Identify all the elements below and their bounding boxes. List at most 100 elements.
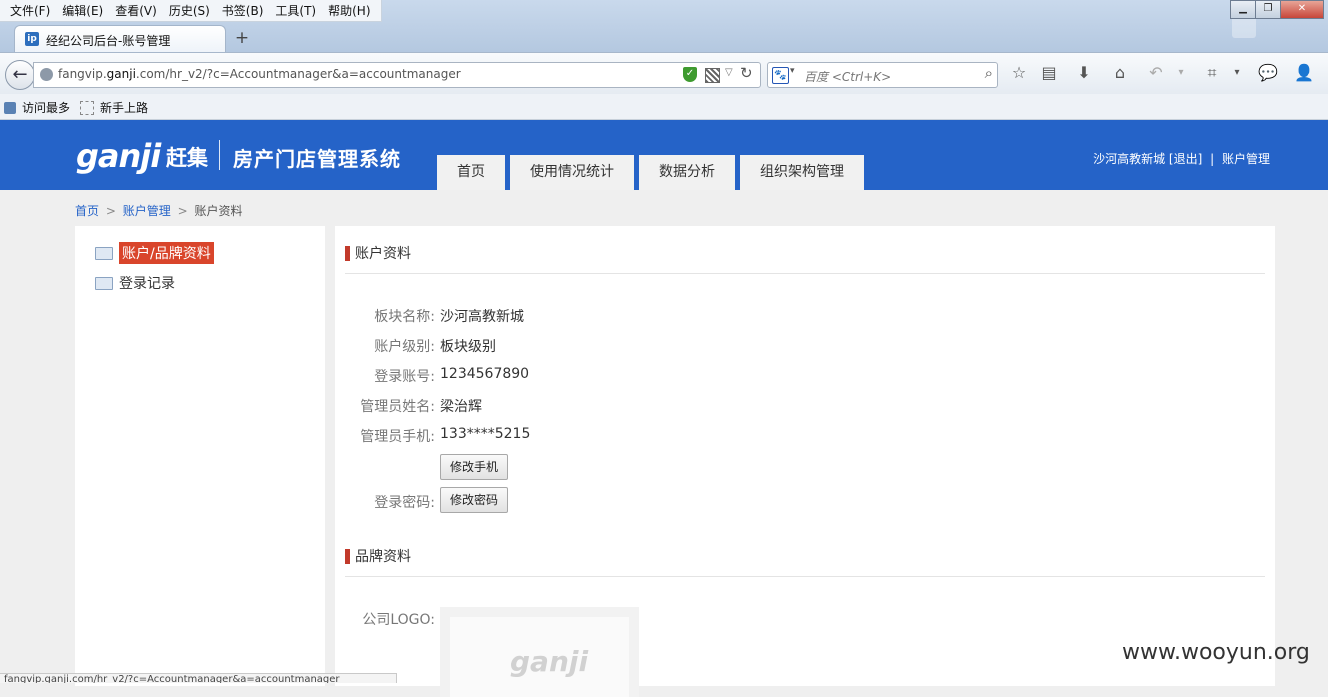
field-value-sector-name: 沙河高教新城 — [440, 309, 524, 325]
user-name: 沙河高教新城 — [1093, 152, 1166, 166]
search-bar[interactable]: 🐾 ▾ 百度 <Ctrl+K> ⌕ — [767, 62, 998, 88]
window-controls: ▁ ❐ ✕ — [1230, 0, 1324, 19]
section-divider — [345, 273, 1265, 274]
main-panel: 账户资料 板块名称: 沙河高教新城 账户级别: 板块级别 登录账号: 12345… — [335, 226, 1275, 697]
logout-link[interactable]: [退出] — [1169, 152, 1202, 166]
bookmark-most-visited[interactable]: 访问最多 — [4, 99, 70, 116]
system-title: 房产门店管理系统 — [233, 147, 401, 171]
globe-icon — [40, 68, 53, 81]
folder-icon — [4, 101, 16, 114]
bookmark-label: 访问最多 — [22, 101, 71, 115]
baidu-paw-icon[interactable]: 🐾 — [772, 67, 789, 84]
field-label-admin-phone: 管理员手机: — [360, 429, 435, 445]
change-password-button[interactable]: 修改密码 — [440, 487, 509, 513]
bookmark-label: 新手上路 — [100, 101, 149, 115]
field-label-account-level: 账户级别: — [374, 339, 435, 355]
navigation-toolbar: ← fangvip.ganji.com/hr_v2/?c=Accountmana… — [0, 52, 1328, 94]
undo-icon[interactable]: ↶ — [1143, 60, 1169, 86]
reading-list-icon[interactable]: ▤ — [1036, 60, 1062, 86]
company-logo-placeholder: ganji — [510, 645, 589, 678]
sidebar-item-account-brand[interactable]: 账户/品牌资料 — [95, 242, 214, 264]
field-value-account-level: 板块级别 — [440, 339, 496, 355]
ganji-logo-cn: 赶集 — [166, 146, 208, 170]
url-bar[interactable]: fangvip.ganji.com/hr_v2/?c=Accountmanage… — [33, 62, 761, 88]
tab-home[interactable]: 首页 — [437, 155, 505, 190]
field-value-login-account: 1234567890 — [440, 366, 530, 382]
tab-usage-stats[interactable]: 使用情况统计 — [510, 155, 634, 190]
search-input[interactable]: 百度 <Ctrl+K> — [804, 68, 891, 85]
chat-icon[interactable]: 💬 — [1255, 60, 1281, 86]
id-card-icon — [95, 246, 113, 260]
search-icon[interactable]: ⌕ — [985, 64, 993, 82]
sidebar-item-label: 账户/品牌资料 — [119, 242, 214, 264]
menu-tools[interactable]: 工具(T) — [269, 0, 322, 21]
breadcrumb-separator: > — [105, 204, 116, 218]
menu-bookmarks[interactable]: 书签(B) — [216, 0, 270, 21]
bookmark-star-icon[interactable]: ☆ — [1006, 60, 1032, 86]
search-engine-dropdown-icon[interactable]: ▾ — [790, 66, 795, 76]
section-title: 品牌资料 — [355, 549, 411, 565]
user-bar: 沙河高教新城 [退出] | 账户管理 — [1093, 150, 1270, 167]
breadcrumb: 首页 > 账户管理 > 账户资料 — [75, 202, 242, 219]
back-arrow-icon[interactable]: ← — [5, 60, 35, 90]
change-phone-button[interactable]: 修改手机 — [440, 454, 509, 480]
bookmarks-toolbar: 访问最多 新手上路 — [0, 94, 1328, 120]
url-text[interactable]: fangvip.ganji.com/hr_v2/?c=Accountmanage… — [58, 67, 461, 81]
section-divider — [345, 576, 1265, 577]
breadcrumb-current: 账户资料 — [194, 204, 243, 218]
menu-history[interactable]: 历史(S) — [163, 0, 216, 21]
tab-title: 经纪公司后台-账号管理 — [46, 34, 171, 48]
user-icon[interactable]: 👤 — [1291, 60, 1317, 86]
field-label-password: 登录密码: — [374, 495, 435, 511]
menu-help[interactable]: 帮助(H) — [322, 0, 376, 21]
crop-dropdown-icon[interactable]: ▾ — [1224, 60, 1250, 86]
company-logo-image: ganji — [450, 617, 629, 697]
undo-dropdown-icon[interactable]: ▾ — [1168, 60, 1194, 86]
site-header: ganji 赶集 房产门店管理系统 首页 使用情况统计 数据分析 组织架构管理 … — [0, 120, 1328, 190]
field-value-admin-phone: 133****5215 — [440, 426, 531, 442]
section-marker — [345, 245, 350, 261]
new-tab-icon[interactable]: + — [232, 28, 252, 48]
favicon-icon: ip — [25, 32, 39, 46]
close-icon[interactable]: ✕ — [1280, 0, 1324, 19]
crop-icon[interactable]: ⌗ — [1199, 60, 1225, 86]
field-label-login-account: 登录账号: — [374, 369, 435, 385]
menu-view[interactable]: 查看(V) — [109, 0, 163, 21]
breadcrumb-separator: > — [177, 204, 188, 218]
field-label-admin-name: 管理员姓名: — [360, 399, 435, 415]
breadcrumb-account-management[interactable]: 账户管理 — [123, 204, 171, 218]
menu-file[interactable]: 文件(F) — [4, 0, 56, 21]
dropdown-icon[interactable]: ▽ — [725, 67, 733, 78]
field-value-admin-name: 梁治辉 — [440, 399, 482, 415]
ganji-logo[interactable]: ganji — [76, 137, 161, 175]
browser-menubar: 文件(F) 编辑(E) 查看(V) 历史(S) 书签(B) 工具(T) 帮助(H… — [0, 0, 382, 22]
breadcrumb-home[interactable]: 首页 — [75, 204, 99, 218]
browser-tab-active[interactable]: ip 经纪公司后台-账号管理 — [14, 25, 226, 53]
tab-data-analysis[interactable]: 数据分析 — [639, 155, 735, 190]
section-brand-info-header: 品牌资料 — [345, 546, 411, 566]
tab-org-management[interactable]: 组织架构管理 — [740, 155, 864, 190]
shield-icon[interactable]: ✓ — [683, 67, 697, 82]
watermark: www.wooyun.org — [1122, 640, 1310, 665]
section-title: 账户资料 — [355, 246, 411, 262]
section-marker — [345, 548, 350, 564]
download-icon[interactable]: ⬇ — [1071, 60, 1097, 86]
field-label-company-logo: 公司LOGO: — [362, 612, 435, 628]
page-icon — [80, 100, 94, 115]
maximize-icon[interactable]: ❐ — [1255, 0, 1281, 19]
sidebar-item-login-records[interactable]: 登录记录 — [95, 273, 175, 293]
reload-icon[interactable]: ↻ — [740, 64, 753, 82]
menu-edit[interactable]: 编辑(E) — [56, 0, 109, 21]
home-icon[interactable]: ⌂ — [1107, 60, 1133, 86]
field-label-sector-name: 板块名称: — [374, 309, 435, 325]
logo-divider — [219, 140, 220, 170]
sidebar: 账户/品牌资料 登录记录 — [75, 226, 325, 686]
account-management-link[interactable]: 账户管理 — [1222, 152, 1270, 166]
company-logo-frame: ganji — [440, 607, 639, 697]
section-account-info-header: 账户资料 — [345, 243, 411, 263]
bookmark-getting-started[interactable]: 新手上路 — [80, 99, 148, 116]
qr-code-icon[interactable] — [705, 68, 720, 83]
user-bar-separator: | — [1210, 152, 1215, 166]
sidebar-item-label: 登录记录 — [119, 276, 175, 292]
minimize-icon[interactable]: ▁ — [1230, 0, 1256, 19]
